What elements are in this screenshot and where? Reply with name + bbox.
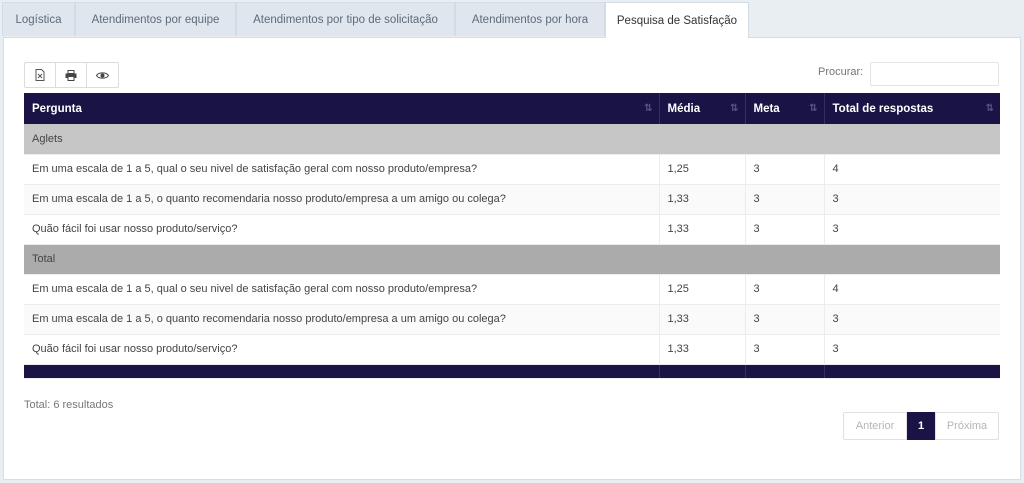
cell-meta: 3	[745, 184, 825, 215]
tab-logistica[interactable]: Logística	[2, 2, 75, 36]
search-input[interactable]	[870, 62, 999, 86]
excel-export-button[interactable]	[25, 63, 56, 87]
column-header-label: Meta	[753, 102, 780, 115]
cell-pergunta: Em uma escala de 1 a 5, o quanto recomen…	[24, 184, 660, 215]
group-row-total: Total	[24, 244, 1000, 275]
pagination: Anterior 1 Próxima	[843, 412, 999, 440]
column-header-label: Média	[667, 102, 701, 115]
footer-cell	[745, 364, 825, 379]
cell-pergunta: Em uma escala de 1 a 5, o quanto recomen…	[24, 304, 660, 335]
cell-total: 3	[824, 214, 1000, 245]
column-header-media[interactable]: Média ⇅	[659, 93, 746, 124]
cell-meta: 3	[745, 274, 825, 305]
table-row: Quão fácil foi usar nosso produto/serviç…	[24, 334, 1000, 365]
print-icon	[65, 69, 77, 81]
cell-media: 1,25	[659, 274, 746, 305]
export-toolbar	[24, 62, 119, 88]
cell-meta: 3	[745, 154, 825, 185]
table-header-row: Pergunta ⇅ Média ⇅ Meta ⇅ Total de resposta…	[24, 93, 1000, 124]
print-button[interactable]	[56, 63, 87, 87]
sort-icon: ⇅	[985, 103, 995, 114]
sort-icon: ⇅	[730, 103, 739, 114]
cell-media: 1,33	[659, 304, 746, 335]
previous-page-button[interactable]: Anterior	[843, 412, 907, 440]
footer-cell	[659, 364, 746, 379]
table-row: Em uma escala de 1 a 5, o quanto recomen…	[24, 184, 1000, 215]
footer-cell	[824, 364, 1000, 379]
cell-meta: 3	[745, 304, 825, 335]
next-page-button[interactable]: Próxima	[935, 412, 999, 440]
cell-media: 1,33	[659, 334, 746, 365]
column-header-label: Pergunta	[32, 102, 82, 115]
tab-atendimentos-por-hora[interactable]: Atendimentos por hora	[455, 2, 605, 36]
table-footer-row	[24, 364, 1000, 379]
tab-bar: Logística Atendimentos por equipe Atendi…	[0, 0, 1024, 38]
search-label: Procurar:	[818, 66, 864, 78]
cell-total: 4	[824, 154, 1000, 185]
result-count: Total: 6 resultados	[24, 399, 114, 411]
sort-icon: ⇅	[644, 103, 653, 114]
cell-pergunta: Em uma escala de 1 a 5, qual o seu nivel…	[24, 154, 660, 185]
column-header-label: Total de respostas	[832, 102, 934, 115]
table-row: Quão fácil foi usar nosso produto/serviç…	[24, 214, 1000, 245]
cell-total: 3	[824, 184, 1000, 215]
cell-media: 1,33	[659, 184, 746, 215]
cell-total: 4	[824, 274, 1000, 305]
sort-icon: ⇅	[809, 103, 818, 114]
preview-button[interactable]	[87, 63, 118, 87]
tab-atendimentos-por-tipo[interactable]: Atendimentos por tipo de solicitação	[236, 2, 455, 36]
column-header-meta[interactable]: Meta ⇅	[745, 93, 825, 124]
group-label: Total	[24, 244, 1000, 275]
cell-total: 3	[824, 304, 1000, 335]
table-row: Em uma escala de 1 a 5, qual o seu nivel…	[24, 154, 1000, 185]
excel-export-icon	[35, 69, 45, 81]
footer-cell	[24, 364, 660, 379]
cell-meta: 3	[745, 214, 825, 245]
cell-meta: 3	[745, 334, 825, 365]
group-label: Aglets	[24, 124, 1000, 155]
table-row: Em uma escala de 1 a 5, o quanto recomen…	[24, 304, 1000, 335]
cell-media: 1,25	[659, 154, 746, 185]
satisfaction-table: Pergunta ⇅ Média ⇅ Meta ⇅ Total de resposta…	[24, 93, 1000, 379]
tab-atendimentos-por-equipe[interactable]: Atendimentos por equipe	[75, 2, 236, 36]
cell-pergunta: Quão fácil foi usar nosso produto/serviç…	[24, 334, 660, 365]
tab-pesquisa-satisfacao[interactable]: Pesquisa de Satisfação	[605, 2, 749, 38]
column-header-pergunta[interactable]: Pergunta ⇅	[24, 93, 660, 124]
column-header-total[interactable]: Total de respostas ⇅	[824, 93, 1000, 124]
cell-total: 3	[824, 334, 1000, 365]
table-row: Em uma escala de 1 a 5, qual o seu nivel…	[24, 274, 1000, 305]
cell-pergunta: Quão fácil foi usar nosso produto/serviç…	[24, 214, 660, 245]
eye-icon	[96, 71, 109, 79]
cell-pergunta: Em uma escala de 1 a 5, qual o seu nivel…	[24, 274, 660, 305]
current-page-button[interactable]: 1	[907, 412, 935, 440]
group-row-aglets: Aglets	[24, 124, 1000, 155]
cell-media: 1,33	[659, 214, 746, 245]
